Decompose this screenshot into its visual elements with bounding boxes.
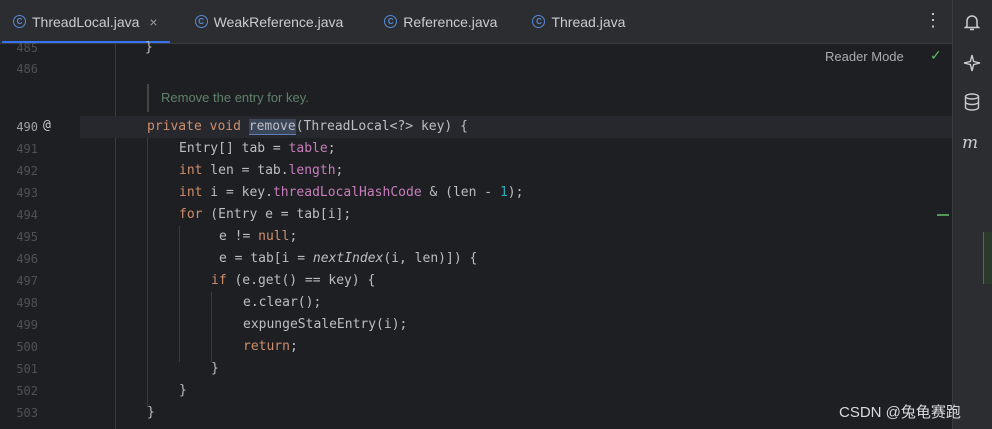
tab-label: Thread.java: [551, 13, 626, 30]
gutter-line: 496: [0, 248, 80, 270]
code-line: for (Entry e = tab[i];: [179, 207, 352, 222]
gutter-line: 497: [0, 270, 80, 292]
code-line: e.clear();: [243, 295, 322, 310]
gutter-line: 499: [0, 314, 80, 336]
more-options-icon[interactable]: ⋮: [924, 10, 942, 31]
code-line: e != null;: [219, 229, 298, 244]
doc-comment: Remove the entry for key.: [147, 84, 309, 112]
code-line: }: [211, 361, 219, 376]
database-icon[interactable]: [961, 91, 983, 113]
code-line: if (e.get() == key) {: [211, 273, 376, 288]
right-tool-strip: m: [952, 0, 992, 429]
code-line: e = tab[i = nextIndex(i, len)]) {: [219, 251, 478, 266]
line-number: 486: [16, 62, 38, 76]
code-line: int len = tab.length;: [179, 163, 344, 178]
notifications-icon[interactable]: [961, 11, 983, 33]
line-number: 493: [16, 186, 38, 200]
gutter-line: 500: [0, 336, 80, 358]
code-line: }: [147, 405, 155, 420]
method-name: remove: [248, 119, 296, 135]
line-number: 499: [16, 318, 38, 332]
code-line: private void remove(ThreadLocal<?> key) …: [147, 119, 468, 135]
code-line: expungeStaleEntry(i);: [243, 317, 408, 332]
gutter-line: 502: [0, 380, 80, 402]
scrollbar-marker[interactable]: [983, 232, 992, 284]
change-marker[interactable]: [937, 214, 949, 216]
gutter-line: 490 @: [0, 116, 80, 138]
gutter-line: 495: [0, 226, 80, 248]
line-number: 500: [16, 340, 38, 354]
code-line: }: [145, 40, 153, 55]
line-number: 496: [16, 252, 38, 266]
line-number: 503: [16, 406, 38, 420]
code-line: int i = key.threadLocalHashCode & (len -…: [179, 185, 524, 200]
class-icon: C: [532, 15, 546, 28]
gutter-line: 486: [0, 58, 80, 80]
code-line: }: [179, 383, 187, 398]
gutter-line: 492: [0, 160, 80, 182]
tab-label: WeakReference.java: [213, 13, 344, 30]
line-number: 492: [16, 164, 38, 178]
tab-label: Reference.java: [403, 13, 498, 30]
gutter-line: 485: [0, 37, 80, 59]
gutter-line: 493: [0, 182, 80, 204]
line-number: 485: [16, 41, 38, 55]
code-line: return;: [243, 339, 298, 354]
code-editor[interactable]: Reader Mode ✓ Remove the entry for key. …: [0, 40, 952, 429]
line-number: 490: [16, 120, 38, 134]
line-number: 491: [16, 142, 38, 156]
line-number: 501: [16, 362, 38, 376]
line-number: 497: [16, 274, 38, 288]
line-number: 495: [16, 230, 38, 244]
code-line: Entry[] tab = table;: [179, 141, 336, 156]
line-number: 502: [16, 384, 38, 398]
gutter-line: 501: [0, 358, 80, 380]
watermark: CSDN @兔龟赛跑: [839, 404, 961, 421]
class-icon: C: [194, 15, 208, 28]
override-marker-icon[interactable]: @: [43, 118, 51, 133]
line-number: 498: [16, 296, 38, 310]
class-icon: C: [384, 15, 398, 28]
gutter-line: 498: [0, 292, 80, 314]
class-icon: C: [13, 15, 26, 28]
line-number: 494: [16, 208, 38, 222]
gutter-line: 491: [0, 138, 80, 160]
close-icon[interactable]: ×: [149, 14, 157, 30]
gutter-line: 503: [0, 402, 80, 424]
tab-label: ThreadLocal.java: [32, 13, 140, 30]
gutter-line: 494: [0, 204, 80, 226]
